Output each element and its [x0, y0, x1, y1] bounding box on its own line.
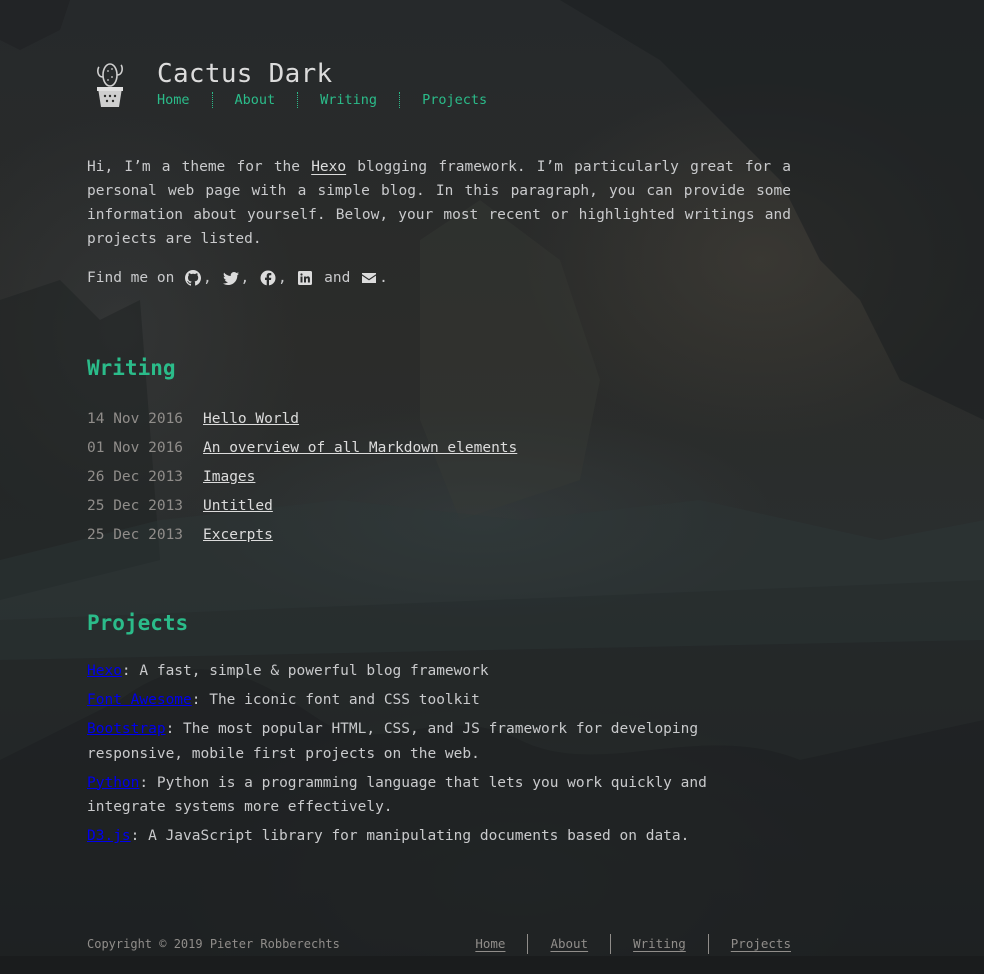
project-description: : A fast, simple & powerful blog framewo…: [121, 663, 489, 679]
footer-projects-link[interactable]: Projects: [707, 934, 791, 954]
post-date: 14 Nov 2016: [87, 410, 184, 427]
top-nav: Home About Writing Projects: [157, 92, 509, 108]
github-link[interactable]: [183, 266, 203, 290]
comma-3: ,: [277, 270, 296, 286]
writing-list: 14 Nov 2016 Hello World 01 Nov 2016 An ove…: [87, 404, 517, 549]
github-icon: [185, 270, 202, 286]
project-description: : A JavaScript library for manipulating …: [130, 828, 690, 844]
project-description: : The iconic font and CSS toolkit: [191, 692, 480, 708]
email-link[interactable]: [359, 266, 379, 290]
post-item: 14 Nov 2016 Hello World: [87, 404, 517, 433]
social-links: Find me on , , , and .: [87, 266, 388, 290]
post-title-link[interactable]: Excerpts: [203, 527, 273, 543]
post-item: 25 Dec 2013 Excerpts: [87, 520, 517, 549]
post-date: 26 Dec 2013: [87, 468, 184, 485]
post-date: 01 Nov 2016: [87, 439, 184, 456]
project-link[interactable]: D3.js: [87, 828, 131, 844]
facebook-link[interactable]: [258, 266, 278, 290]
post-item: 26 Dec 2013 Images: [87, 462, 517, 491]
twitter-icon: [222, 272, 239, 285]
project-link[interactable]: Bootstrap: [87, 721, 166, 737]
projects-list: Hexo: A fast, simple & powerful blog fra…: [87, 659, 791, 853]
copyright-text: Copyright © 2019 Pieter Robberechts: [87, 937, 340, 951]
facebook-icon: [260, 270, 276, 286]
site-footer: Copyright © 2019 Pieter Robberechts Home…: [87, 934, 791, 956]
hexo-link[interactable]: Hexo: [311, 159, 346, 175]
nav-writing-link[interactable]: Writing: [297, 92, 399, 108]
post-title-link[interactable]: Images: [203, 469, 255, 485]
linkedin-link[interactable]: [295, 266, 315, 290]
nav-about-link[interactable]: About: [211, 92, 298, 108]
footer-nav: Home About Writing Projects: [475, 934, 791, 954]
envelope-icon: [362, 273, 377, 283]
nav-home-link[interactable]: Home: [157, 92, 212, 108]
footer-writing-link[interactable]: Writing: [610, 934, 708, 954]
post-date: 25 Dec 2013: [87, 526, 184, 543]
project-item: Python: Python is a programming language…: [87, 771, 791, 820]
site-title: Cactus Dark: [157, 59, 333, 89]
findme-prefix: Find me on: [87, 270, 184, 286]
project-item: Hexo: A fast, simple & powerful blog fra…: [87, 659, 791, 684]
post-title-link[interactable]: Untitled: [203, 498, 273, 514]
writing-heading: Writing: [87, 356, 176, 380]
project-description: : Python is a programming language that …: [87, 774, 707, 816]
post-title-link[interactable]: An overview of all Markdown elements: [203, 440, 517, 456]
project-item: Font Awesome: The iconic font and CSS to…: [87, 688, 791, 713]
project-description: : The most popular HTML, CSS, and JS fra…: [87, 721, 699, 762]
bottom-strip: [0, 956, 984, 974]
comma-1: ,: [203, 270, 221, 286]
findme-and: and: [315, 270, 360, 286]
findme-suffix: .: [379, 270, 388, 286]
post-item: 01 Nov 2016 An overview of all Markdown e…: [87, 433, 517, 462]
post-title-link[interactable]: Hello World: [203, 411, 299, 427]
intro-text-start: Hi, I’m a theme for the: [87, 159, 312, 175]
projects-heading: Projects: [87, 611, 189, 635]
post-item: 25 Dec 2013 Untitled: [87, 491, 517, 520]
site-header: Cactus Dark Home About Writing Projects: [87, 55, 791, 115]
project-item: Bootstrap: The most popular HTML, CSS, a…: [87, 717, 791, 766]
project-link[interactable]: Font Awesome: [87, 692, 192, 708]
cactus-logo-icon[interactable]: [93, 61, 127, 109]
project-link[interactable]: Hexo: [87, 663, 122, 679]
linkedin-icon: [298, 271, 313, 285]
footer-home-link[interactable]: Home: [475, 934, 527, 954]
nav-projects-link[interactable]: Projects: [399, 92, 509, 108]
intro-paragraph: Hi, I’m a theme for the Hexo blogging fr…: [87, 155, 791, 251]
project-item: D3.js: A JavaScript library for manipula…: [87, 824, 791, 849]
twitter-link[interactable]: [221, 266, 241, 290]
post-date: 25 Dec 2013: [87, 497, 184, 514]
project-link[interactable]: Python: [87, 775, 139, 791]
comma-2: ,: [240, 270, 258, 286]
footer-about-link[interactable]: About: [527, 934, 610, 954]
